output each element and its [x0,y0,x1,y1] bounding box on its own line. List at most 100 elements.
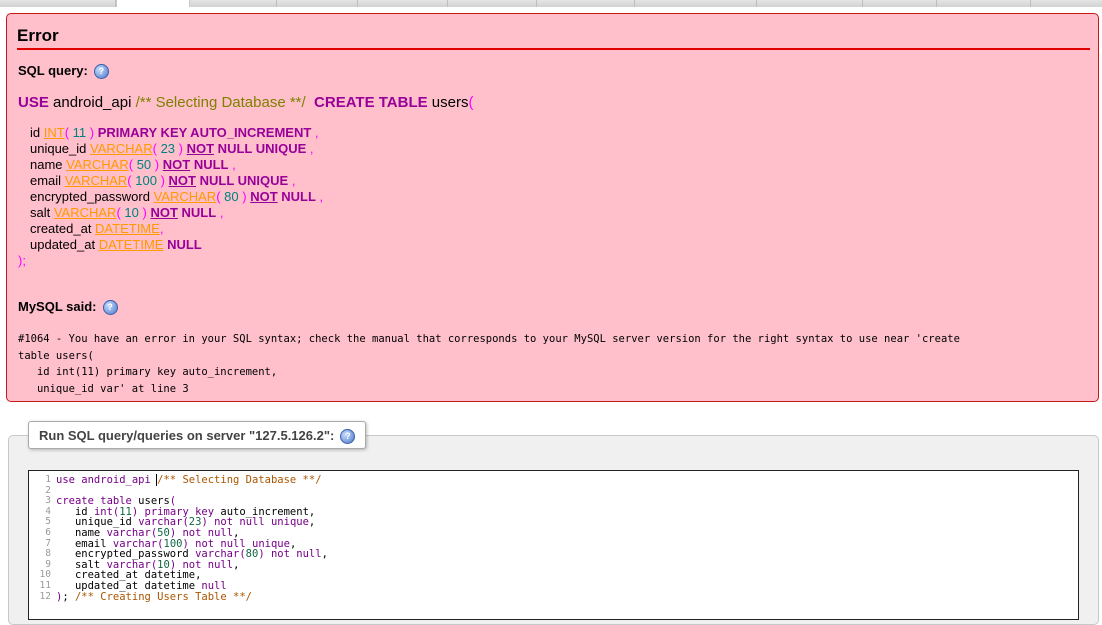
column-length: 80 [220,189,243,204]
column-length: 10 [120,205,143,220]
column-name: unique_id [30,141,90,156]
help-icon[interactable]: ? [340,429,356,445]
sql-column: updated_at DATETIME NULL [30,237,202,252]
type-link[interactable]: VARCHAR [154,189,217,204]
column-modifiers: PRIMARY KEY AUTO_INCREMENT [97,125,312,140]
line-number: 8 [45,548,51,560]
line-number: 11 [39,579,51,591]
code-token: , [233,558,240,571]
sql-comment: /** Selecting Database **/ [135,94,306,111]
sql-open-paren: ( [468,94,474,111]
column-name: name [30,157,67,172]
type-link[interactable]: VARCHAR [90,141,153,156]
sql-column: unique_id VARCHAR( 23 ) NOT NULL UNIQUE … [30,141,314,156]
editor-code[interactable]: use android_api /** Selecting Database *… [56,474,328,603]
column-modifiers: NULL [177,205,217,220]
code-token: , [321,548,328,561]
type-link[interactable]: VARCHAR [66,157,129,172]
error-message-line: id int(11) primary key auto_increment, [18,366,278,378]
column-name: email [30,173,65,188]
sql-create-keyword: CREATE TABLE [314,94,428,111]
type-link[interactable]: INT [44,125,65,140]
code-token: use android_api [56,474,158,486]
error-message: #1064 - You have an error in your SQL sy… [18,331,1083,397]
code-comment: /** Creating Users Table **/ [74,590,252,603]
column-modifiers: NULL [190,157,229,172]
column-length: 100 [131,173,161,188]
sql-close-paren: ); [18,253,26,268]
code-token: not null [264,548,322,561]
help-icon[interactable]: ? [102,300,118,316]
line-number: 4 [45,505,51,517]
column-name: updated_at [30,237,99,252]
column-name: encrypted_password [30,189,154,204]
code-comment: /** Selecting Database **/ [157,474,322,486]
sql-column: email VARCHAR( 100 ) NOT NULL UNIQUE , [30,173,296,188]
sql-db-name: android_api [48,94,136,111]
not-link[interactable]: NOT [169,173,196,188]
sql-query-label: SQL query: [18,63,88,78]
error-message-line: table users( [18,349,94,362]
error-message-line: #1064 - You have an error in your SQL sy… [18,333,960,345]
help-icon[interactable]: ? [93,64,109,80]
tab-8[interactable] [635,0,757,7]
column-length: 11 [69,125,90,140]
tab-11[interactable] [937,0,1031,7]
tab-1[interactable] [0,0,116,7]
column-modifiers: NULL [277,189,316,204]
line-number: 7 [45,537,51,549]
tab-4[interactable] [277,0,358,7]
not-link[interactable]: NOT [150,205,177,220]
sql-column: salt VARCHAR( 10 ) NOT NULL , [30,205,224,220]
tab-5[interactable] [358,0,448,7]
column-length: 23 [156,141,179,156]
tab-3[interactable] [190,0,277,7]
error-title: Error [17,26,1090,50]
not-link[interactable]: NOT [163,157,190,172]
type-link[interactable]: VARCHAR [65,173,128,188]
code-token: ; [62,590,75,603]
code-token: , [308,516,316,529]
tab-9[interactable] [757,0,863,7]
sql-query-heading: SQL query:? [18,63,109,80]
tab-6[interactable] [448,0,537,7]
line-number: 5 [45,516,51,528]
tab-10[interactable] [863,0,937,7]
line-number: 9 [45,558,51,570]
line-number: 1 [45,474,51,485]
column-modifiers: NULL [167,237,202,252]
type-link[interactable]: VARCHAR [54,205,117,220]
line-number: 3 [45,495,51,507]
query-panel-legend-text: Run SQL query/queries on server "127.5.1… [39,428,335,443]
tab-12[interactable] [1031,0,1102,7]
column-name: id [30,125,44,140]
sql-editor[interactable]: 1 2 3 4 5 6 7 8 9 10 11 12 use android_a… [28,470,1079,620]
tab-2-active[interactable] [116,0,190,7]
mysql-said-label: MySQL said: [18,299,97,314]
not-link[interactable]: NOT [187,141,214,156]
column-modifiers: NULL UNIQUE [214,141,307,156]
line-number: 2 [45,484,51,496]
column-name: salt [30,205,54,220]
line-number-gutter: 1 2 3 4 5 6 7 8 9 10 11 12 [29,474,51,602]
tab-strip [0,0,1102,7]
query-panel-legend: Run SQL query/queries on server "127.5.1… [28,421,367,449]
code-token: 80 [245,548,259,561]
not-link[interactable]: NOT [250,189,277,204]
sql-column: encrypted_password VARCHAR( 80 ) NOT NUL… [30,189,324,204]
sql-use-keyword: USE [18,94,49,111]
tab-7[interactable] [537,0,635,7]
column-modifiers: NULL UNIQUE [195,173,289,188]
type-link[interactable]: DATETIME [95,221,160,236]
sql-column: id INT( 11 ) PRIMARY KEY AUTO_INCREMENT … [30,125,319,140]
sql-table-name: users [427,94,469,111]
type-link[interactable]: DATETIME [99,237,164,252]
line-number: 12 [39,590,51,602]
sql-column: name VARCHAR( 50 ) NOT NULL , [30,157,236,172]
error-box: Error SQL query:? USE android_api /** Se… [6,13,1099,402]
column-name: created_at [30,221,96,236]
column-length: 50 [133,157,155,172]
mysql-said-heading: MySQL said:? [18,299,118,316]
line-number: 6 [45,526,51,538]
sql-column: created_at DATETIME, [30,221,164,236]
